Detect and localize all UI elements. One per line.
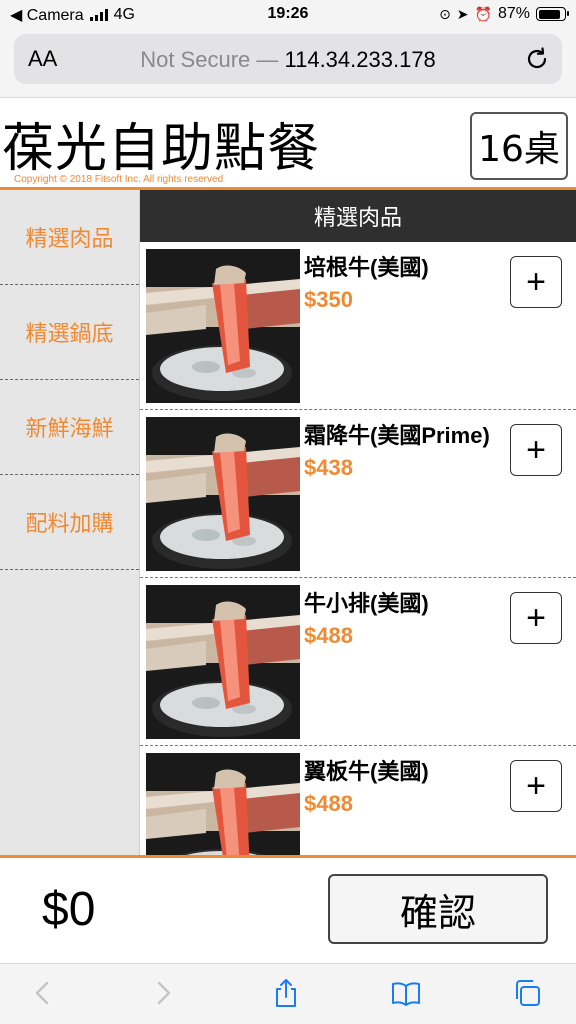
menu-item-image (146, 753, 300, 856)
add-item-button[interactable]: + (510, 760, 562, 812)
app-header: 葆光自助點餐 Copyright © 2018 Fitsoft Inc. All… (0, 98, 576, 190)
battery-percent: 87% (497, 5, 530, 22)
sidebar-item-seafood[interactable]: 新鮮海鮮 (0, 380, 139, 475)
reload-icon[interactable] (524, 46, 550, 72)
table-number-button[interactable]: 16桌 (470, 112, 568, 180)
menu-item: 霜降牛(美國Prime) $438 + (140, 410, 576, 578)
share-icon[interactable] (271, 978, 301, 1008)
menu-item: 牛小排(美國) $488 + (140, 578, 576, 746)
url-display[interactable]: Not Secure — 114.34.233.178 (14, 47, 562, 73)
add-item-button[interactable]: + (510, 592, 562, 644)
location-icon: ➤ (456, 5, 469, 22)
status-bar: ◀ Camera 4G 19:26 ⊙ ➤ ⏰ 87% (0, 0, 576, 30)
tabs-icon[interactable] (512, 978, 542, 1008)
menu-list-header: 精選肉品 (140, 190, 576, 242)
menu-item-name: 翼板牛(美國) (304, 759, 429, 784)
orientation-lock-icon: ⊙ (439, 5, 451, 22)
sidebar-item-soup-base[interactable]: 精選鍋底 (0, 285, 139, 380)
bookmarks-icon[interactable] (391, 978, 421, 1008)
order-footer: $0 確認 (0, 855, 576, 963)
menu-item-price: $350 (304, 287, 353, 312)
menu-item-name: 霜降牛(美國Prime) (304, 423, 490, 448)
category-sidebar: 精選肉品 精選鍋底 新鮮海鮮 配料加購 (0, 190, 140, 856)
add-item-button[interactable]: + (510, 256, 562, 308)
browser-toolbar (0, 963, 576, 1024)
menu-item-price: $438 (304, 455, 353, 480)
menu-item-name: 培根牛(美國) (304, 255, 429, 280)
menu-item-price: $488 (304, 791, 353, 816)
sidebar-item-premium-meat[interactable]: 精選肉品 (0, 190, 139, 285)
copyright-text: Copyright © 2018 Fitsoft Inc. All rights… (14, 174, 224, 185)
menu-item-image (146, 585, 300, 739)
address-bar[interactable]: AA Not Secure — 114.34.233.178 (14, 34, 562, 84)
menu-item: 翼板牛(美國) $488 + (140, 746, 576, 856)
menu-item-price: $488 (304, 623, 353, 648)
battery-icon (536, 7, 569, 21)
add-item-button[interactable]: + (510, 424, 562, 476)
order-total: $0 (42, 883, 96, 936)
app-title: 葆光自助點餐 (2, 119, 321, 179)
menu-item: 培根牛(美國) $350 + (140, 242, 576, 410)
confirm-button[interactable]: 確認 (328, 874, 548, 944)
browser-address-area: AA Not Secure — 114.34.233.178 (0, 30, 576, 98)
menu-item-image (146, 417, 300, 571)
security-label: Not Secure — (140, 47, 279, 72)
sidebar-item-add-ons[interactable]: 配料加購 (0, 475, 139, 570)
menu-item-name: 牛小排(美國) (304, 591, 429, 616)
alarm-icon: ⏰ (474, 5, 492, 22)
url-host: 114.34.233.178 (284, 47, 436, 72)
back-icon[interactable] (28, 978, 58, 1008)
menu-item-image (146, 249, 300, 403)
menu-list: 精選肉品 培根牛(美國) $350 + 霜降牛(美國Prime) $438 + … (140, 190, 576, 856)
forward-icon[interactable] (148, 978, 178, 1008)
